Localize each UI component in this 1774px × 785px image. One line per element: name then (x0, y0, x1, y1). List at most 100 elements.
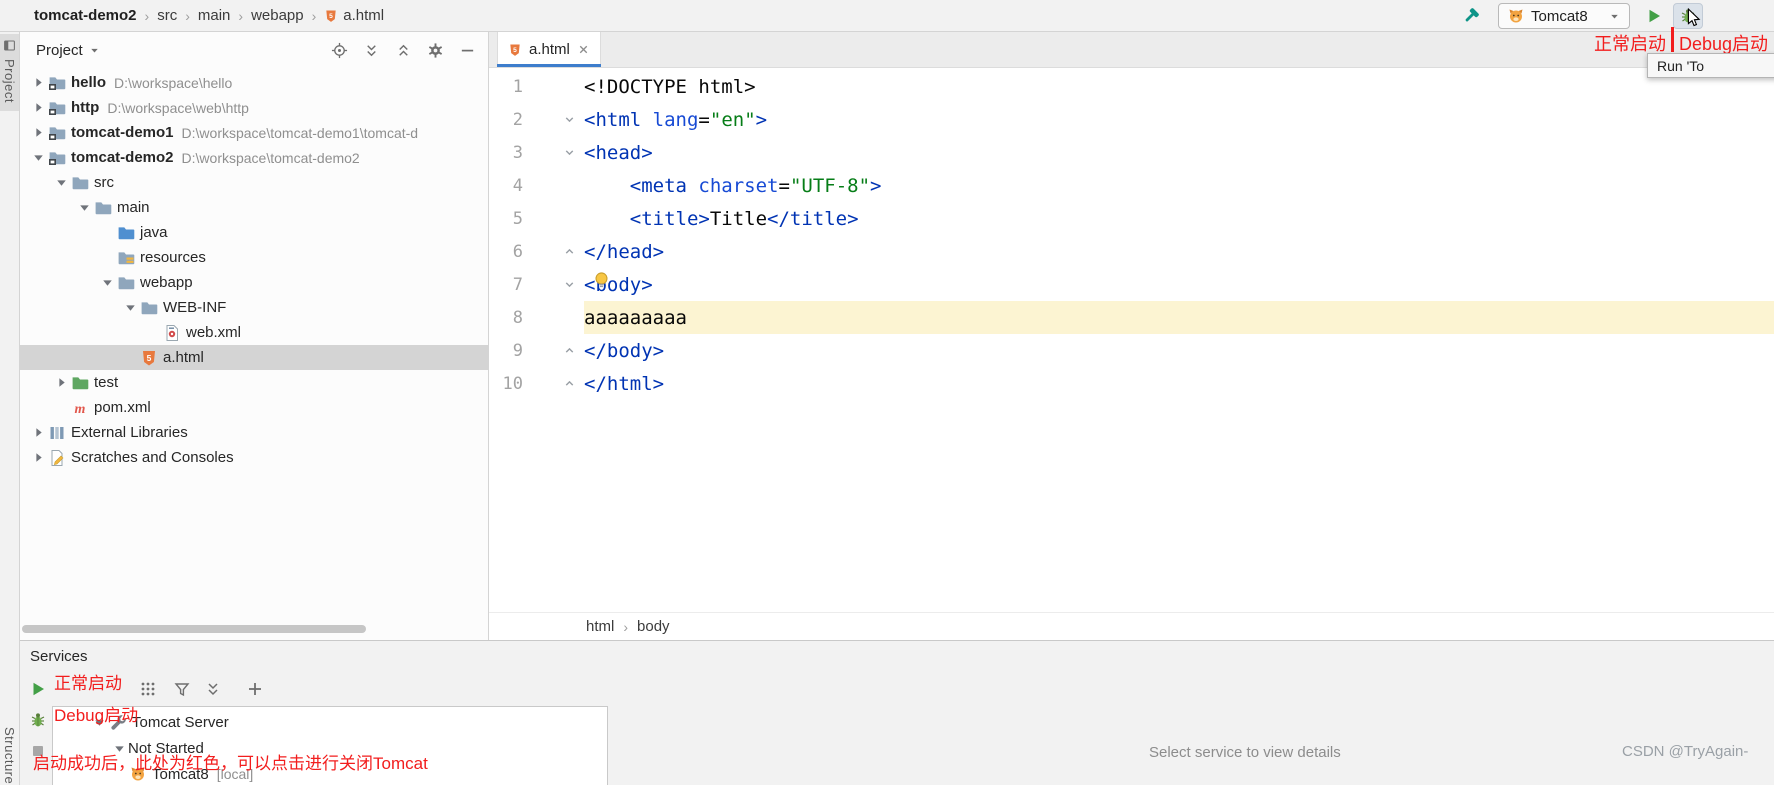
line-number[interactable]: 9 (489, 341, 539, 361)
chevron-down-icon[interactable] (76, 199, 93, 216)
tree-item-a-html[interactable]: 5 a.html (20, 345, 488, 370)
chevron-right-icon[interactable] (30, 424, 47, 441)
code-text[interactable]: <!DOCTYPE html> (584, 70, 1774, 103)
line-number[interactable]: 6 (489, 242, 539, 262)
tree-item-hello[interactable]: hello D:\workspace\hello (20, 70, 488, 95)
project-view-label: Project (36, 41, 83, 59)
tree-item-scratches-and-consoles[interactable]: Scratches and Consoles (20, 445, 488, 470)
editor-tab-a-html[interactable]: 5 a.html (497, 32, 601, 67)
run-button[interactable] (1645, 7, 1663, 25)
editor-breadcrumb-html[interactable]: html (586, 618, 614, 635)
tree-item-resources[interactable]: resources (20, 245, 488, 270)
build-icon[interactable] (1461, 6, 1481, 26)
tree-item-label: Scratches and Consoles (71, 449, 234, 466)
fold-marker-icon[interactable] (539, 268, 584, 301)
breadcrumb-item-main[interactable]: main (198, 7, 231, 24)
tree-item-src[interactable]: src (20, 170, 488, 195)
editor-area: 5 a.html 1 <!DOCTYPE html> 2 <html lang = "en… (489, 32, 1774, 640)
chevron-down-icon[interactable] (99, 274, 116, 291)
expand-services-icon[interactable] (204, 680, 222, 698)
filter-icon[interactable] (173, 680, 191, 698)
tree-item-http[interactable]: http D:\workspace\web\http (20, 95, 488, 120)
tree-item-main[interactable]: main (20, 195, 488, 220)
fold-marker-icon[interactable] (539, 103, 584, 136)
tree-item-label: hello (71, 74, 107, 91)
code-text[interactable]: <meta charset = "UTF-8" > (584, 169, 1774, 202)
code-text[interactable]: <html lang = "en" > (584, 103, 1774, 136)
tree-item-tomcat-demo1[interactable]: tomcat-demo1 D:\workspace\tomcat-demo1\to… (20, 120, 488, 145)
code-editor[interactable]: 1 <!DOCTYPE html> 2 <html lang = "en" > 3 <head>… (489, 68, 1774, 612)
line-number[interactable]: 1 (489, 77, 539, 97)
fold-marker-icon[interactable] (539, 235, 584, 268)
expand-all-icon[interactable] (363, 42, 380, 59)
fold-marker-icon[interactable] (539, 136, 584, 169)
code-token: <head> (584, 141, 653, 164)
tree-item-webapp[interactable]: webapp (20, 270, 488, 295)
chevron-right-icon[interactable] (30, 124, 47, 141)
code-text[interactable]: <title> Title </title> (584, 202, 1774, 235)
tool-window-button-structure[interactable]: Structure (0, 727, 19, 785)
line-number[interactable]: 7 (489, 275, 539, 295)
add-service-icon[interactable] (246, 680, 264, 698)
intention-bulb-icon[interactable] (592, 270, 611, 289)
tree-item-java[interactable]: java (20, 220, 488, 245)
folder-resources-icon (117, 249, 135, 267)
chevron-down-icon[interactable] (122, 299, 139, 316)
tree-item-web-inf[interactable]: WEB-INF (20, 295, 488, 320)
code-text[interactable]: <head> (584, 136, 1774, 169)
code-text[interactable]: </body> (584, 334, 1774, 367)
breadcrumb-project[interactable]: tomcat-demo2 (34, 7, 137, 24)
code-text[interactable]: <body> (584, 268, 1774, 301)
close-tab-icon[interactable] (577, 43, 590, 56)
line-number[interactable]: 5 (489, 209, 539, 229)
fold-marker-icon[interactable] (539, 367, 584, 400)
chevron-right-icon[interactable] (30, 449, 47, 466)
tree-item-test[interactable]: test (20, 370, 488, 395)
tree-item-web-xml[interactable]: web.xml (20, 320, 488, 345)
breadcrumb-item-src[interactable]: src (157, 7, 177, 24)
libraries-icon (48, 424, 66, 442)
breadcrumb-item-webapp[interactable]: webapp (251, 7, 304, 24)
code-text[interactable]: </head> (584, 235, 1774, 268)
group-by-icon[interactable] (139, 680, 157, 698)
tree-item-label: test (94, 374, 119, 391)
chevron-right-icon[interactable] (53, 374, 70, 391)
hide-panel-icon[interactable] (459, 42, 476, 59)
locate-file-icon[interactable] (331, 42, 348, 59)
tree-item-tomcat-demo2[interactable]: tomcat-demo2 D:\workspace\tomcat-demo2 (20, 145, 488, 170)
tree-item-external-libraries[interactable]: External Libraries (20, 420, 488, 445)
debug-service-button[interactable] (29, 711, 47, 729)
fold-marker-icon[interactable] (539, 334, 584, 367)
code-token: <!DOCTYPE html> (584, 75, 756, 98)
start-service-button[interactable] (29, 680, 47, 698)
horizontal-scrollbar[interactable] (22, 625, 366, 633)
project-view-selector[interactable]: Project (36, 42, 101, 59)
code-text[interactable]: </html> (584, 367, 1774, 400)
code-line-10: 10 </html> (489, 367, 1774, 400)
chevron-right-icon[interactable] (30, 74, 47, 91)
services-panel-header: Services (20, 641, 1774, 671)
breadcrumb-file[interactable]: 5 a.html (324, 7, 384, 24)
line-number[interactable]: 4 (489, 176, 539, 196)
chevron-down-icon[interactable] (53, 174, 70, 191)
tree-item-label: web.xml (186, 324, 242, 341)
collapse-all-icon[interactable] (395, 42, 412, 59)
chevron-down-icon[interactable] (30, 149, 47, 166)
settings-gear-icon[interactable] (427, 42, 444, 59)
services-tool-window: Services Tomcat Server Not Started Tomcat8… (20, 640, 1774, 785)
editor-tab-bar: 5 a.html (489, 32, 1774, 68)
services-title: Services (30, 647, 88, 665)
line-number[interactable]: 8 (489, 308, 539, 328)
editor-breadcrumb-body[interactable]: body (637, 618, 670, 635)
line-number[interactable]: 10 (489, 374, 539, 394)
line-number[interactable]: 3 (489, 143, 539, 163)
chevron-right-icon[interactable] (30, 99, 47, 116)
tree-item-pom-xml[interactable]: m pom.xml (20, 395, 488, 420)
run-configuration-select[interactable]: Tomcat8 (1498, 3, 1630, 29)
code-text[interactable]: aaaaaaaaa (584, 301, 1774, 334)
line-number[interactable]: 2 (489, 110, 539, 130)
tool-window-button-project[interactable]: Project (0, 34, 19, 111)
